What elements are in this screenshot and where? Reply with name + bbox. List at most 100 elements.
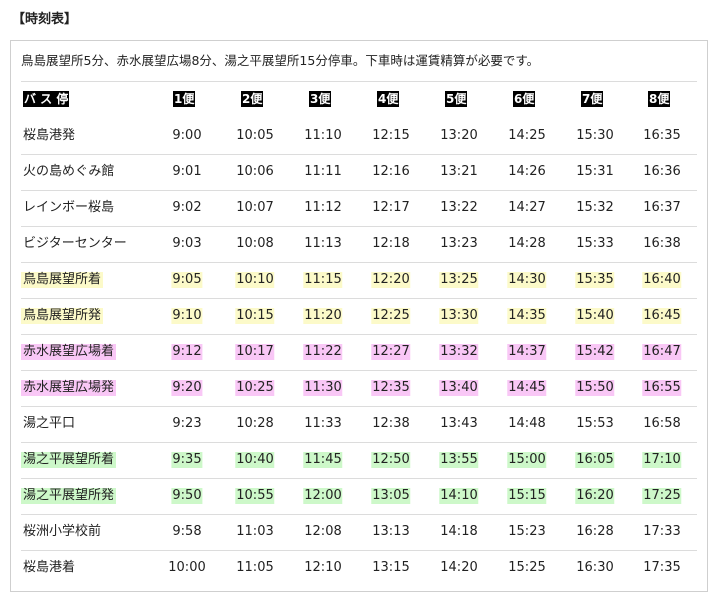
departure-time: 12:18 bbox=[372, 236, 410, 251]
departure-time: 12:17 bbox=[372, 200, 410, 215]
departure-time: 10:05 bbox=[236, 128, 274, 143]
row-divider bbox=[21, 550, 697, 551]
stop-name: 桜島港着 bbox=[23, 560, 76, 575]
departure-time: 12:00 bbox=[303, 488, 343, 504]
header-trip-7: 7便 bbox=[581, 91, 604, 107]
departure-time: 15:15 bbox=[507, 488, 547, 504]
departure-time: 10:17 bbox=[235, 344, 275, 360]
stop-name: ビジターセンター bbox=[23, 236, 127, 251]
stop-name: 湯之平展望所発 bbox=[21, 488, 117, 504]
departure-time: 16:45 bbox=[642, 308, 682, 324]
departure-time: 16:58 bbox=[643, 416, 681, 431]
departure-time: 15:35 bbox=[575, 272, 615, 288]
departure-time: 16:05 bbox=[575, 452, 615, 468]
departure-time: 13:30 bbox=[439, 308, 479, 324]
header-trip-1: 1便 bbox=[173, 91, 196, 107]
departure-time: 12:38 bbox=[372, 416, 410, 431]
departure-time: 16:20 bbox=[575, 488, 615, 504]
departure-time: 13:25 bbox=[439, 272, 479, 288]
departure-time: 14:26 bbox=[508, 164, 546, 179]
header-trip-3: 3便 bbox=[309, 91, 332, 107]
departure-time: 14:28 bbox=[508, 236, 546, 251]
departure-time: 15:42 bbox=[575, 344, 615, 360]
departure-time: 9:20 bbox=[171, 380, 203, 396]
departure-time: 16:37 bbox=[643, 200, 681, 215]
departure-time: 14:30 bbox=[507, 272, 547, 288]
departure-time: 10:25 bbox=[235, 380, 275, 396]
departure-time: 14:20 bbox=[440, 560, 478, 575]
departure-time: 12:16 bbox=[372, 164, 410, 179]
row-divider bbox=[21, 442, 697, 443]
row-divider bbox=[21, 298, 697, 299]
departure-time: 9:58 bbox=[172, 524, 202, 539]
departure-time: 16:36 bbox=[643, 164, 681, 179]
row-divider bbox=[21, 478, 697, 479]
departure-time: 17:33 bbox=[643, 524, 681, 539]
departure-time: 12:10 bbox=[304, 560, 342, 575]
row-divider bbox=[21, 190, 697, 191]
stop-name: 赤水展望広場着 bbox=[21, 344, 117, 360]
departure-time: 13:23 bbox=[440, 236, 478, 251]
departure-time: 16:47 bbox=[642, 344, 682, 360]
departure-time: 9:10 bbox=[171, 308, 203, 324]
departure-time: 12:20 bbox=[371, 272, 411, 288]
stop-name: レインボー桜島 bbox=[23, 200, 115, 215]
departure-time: 16:55 bbox=[642, 380, 682, 396]
departure-time: 16:35 bbox=[643, 128, 681, 143]
departure-time: 14:18 bbox=[440, 524, 478, 539]
departure-time: 15:33 bbox=[576, 236, 614, 251]
departure-time: 9:00 bbox=[172, 128, 202, 143]
departure-time: 11:22 bbox=[303, 344, 343, 360]
row-divider bbox=[21, 262, 697, 263]
departure-time: 10:55 bbox=[235, 488, 275, 504]
header-trip-6: 6便 bbox=[513, 91, 536, 107]
departure-time: 11:11 bbox=[304, 164, 342, 179]
departure-time: 10:06 bbox=[236, 164, 274, 179]
departure-time: 12:50 bbox=[371, 452, 411, 468]
row-divider bbox=[21, 226, 697, 227]
departure-time: 11:05 bbox=[236, 560, 274, 575]
stop-name: 鳥島展望所発 bbox=[21, 308, 104, 324]
departure-time: 13:15 bbox=[372, 560, 410, 575]
stop-name: 桜島港発 bbox=[23, 128, 76, 143]
departure-time: 13:40 bbox=[439, 380, 479, 396]
departure-time: 13:22 bbox=[440, 200, 478, 215]
stop-name: 湯之平口 bbox=[23, 416, 76, 431]
divider bbox=[21, 81, 697, 82]
departure-time: 15:30 bbox=[576, 128, 614, 143]
departure-time: 13:13 bbox=[372, 524, 410, 539]
departure-time: 11:10 bbox=[304, 128, 342, 143]
departure-time: 13:55 bbox=[439, 452, 479, 468]
departure-time: 14:25 bbox=[508, 128, 546, 143]
departure-time: 16:28 bbox=[576, 524, 614, 539]
departure-time: 11:12 bbox=[304, 200, 342, 215]
departure-time: 15:23 bbox=[508, 524, 546, 539]
departure-time: 16:30 bbox=[576, 560, 614, 575]
departure-time: 17:25 bbox=[642, 488, 682, 504]
departure-time: 15:53 bbox=[576, 416, 614, 431]
stop-name: 湯之平展望所着 bbox=[21, 452, 117, 468]
departure-time: 11:13 bbox=[304, 236, 342, 251]
departure-time: 11:15 bbox=[303, 272, 343, 288]
departure-time: 9:03 bbox=[172, 236, 202, 251]
stop-name: 鳥島展望所着 bbox=[21, 272, 104, 288]
row-divider bbox=[21, 334, 697, 335]
departure-time: 11:30 bbox=[303, 380, 343, 396]
departure-time: 12:25 bbox=[371, 308, 411, 324]
departure-time: 13:21 bbox=[440, 164, 478, 179]
departure-time: 15:50 bbox=[575, 380, 615, 396]
row-divider bbox=[21, 514, 697, 515]
header-trip-5: 5便 bbox=[445, 91, 468, 107]
departure-time: 9:23 bbox=[172, 416, 202, 431]
departure-time: 9:02 bbox=[172, 200, 202, 215]
departure-time: 12:35 bbox=[371, 380, 411, 396]
departure-time: 9:50 bbox=[171, 488, 203, 504]
departure-time: 10:40 bbox=[235, 452, 275, 468]
departure-time: 16:38 bbox=[643, 236, 681, 251]
departure-time: 15:32 bbox=[576, 200, 614, 215]
departure-time: 10:28 bbox=[236, 416, 274, 431]
departure-time: 16:40 bbox=[642, 272, 682, 288]
page-heading: 【時刻表】 bbox=[12, 12, 78, 27]
departure-time: 15:25 bbox=[508, 560, 546, 575]
header-trip-8: 8便 bbox=[648, 91, 671, 107]
